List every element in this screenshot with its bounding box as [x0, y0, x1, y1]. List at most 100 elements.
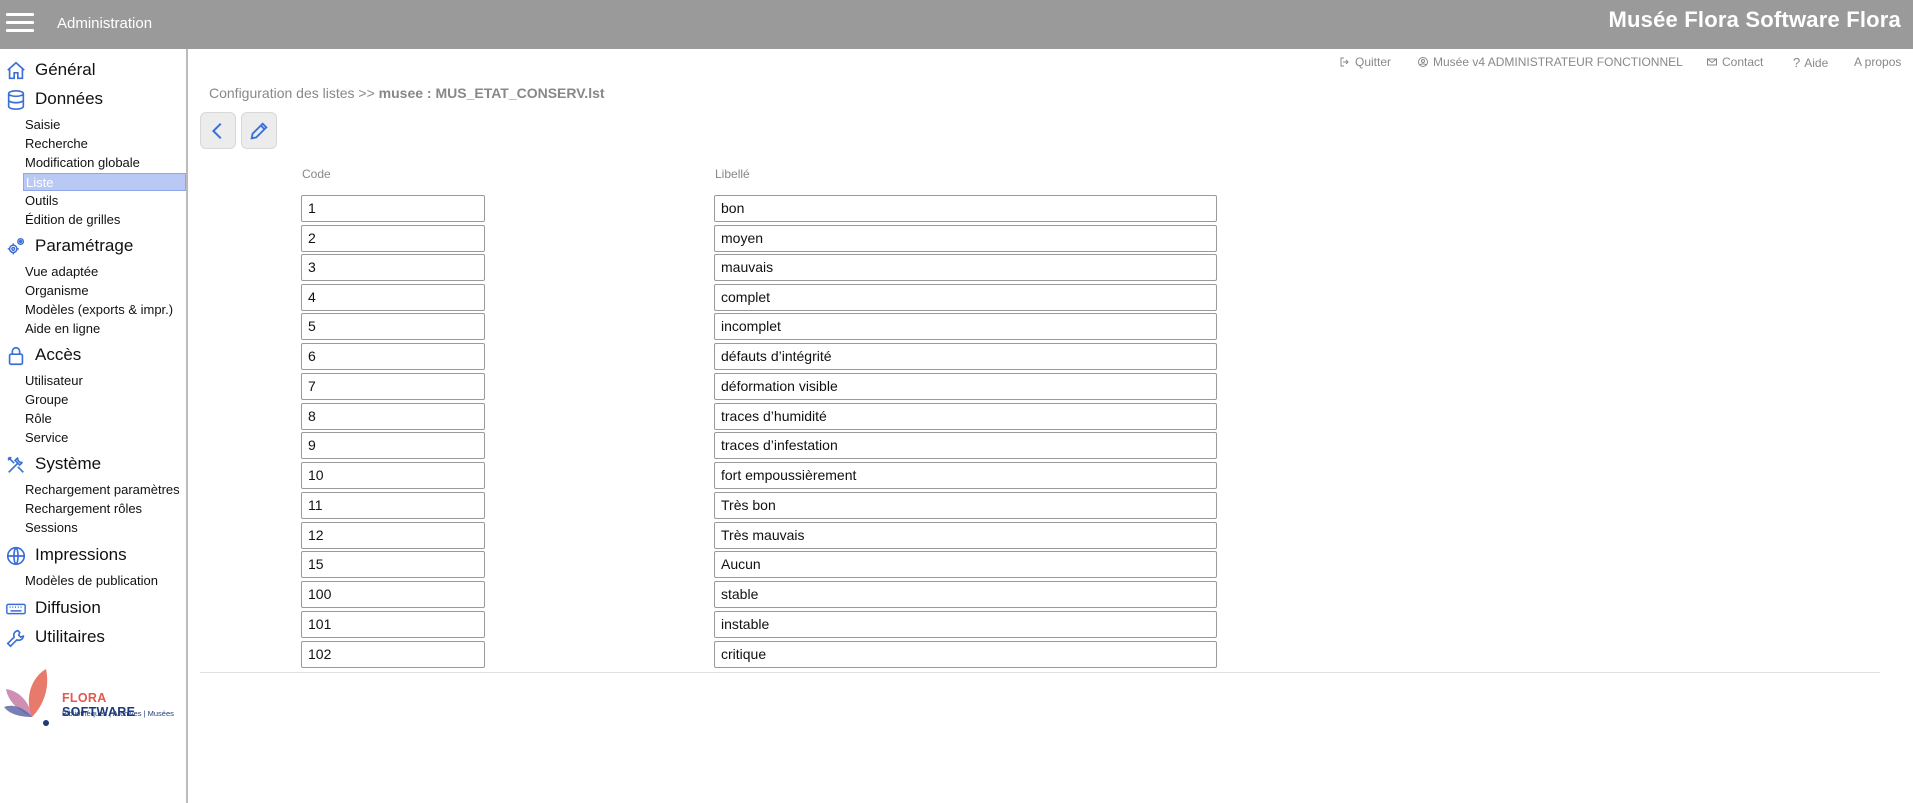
sidebar-item-groupe[interactable]: Groupe	[23, 391, 186, 409]
label-field[interactable]: mauvais	[714, 254, 1217, 281]
code-field[interactable]: 2	[301, 225, 485, 252]
sidebar-item-sessions[interactable]: Sessions	[23, 519, 186, 537]
breadcrumb: Configuration des listes >> musee : MUS_…	[209, 85, 605, 101]
sidebar-section-label: Paramétrage	[35, 236, 134, 255]
sidebar-section-label: Général	[35, 60, 96, 79]
code-field[interactable]: 8	[301, 403, 485, 430]
code-field[interactable]: 15	[301, 551, 485, 578]
code-field[interactable]: 12	[301, 522, 485, 549]
brand-title: Musée Flora Software Flora	[1608, 7, 1901, 32]
database-icon	[7, 90, 25, 110]
sidebar-section-impressions[interactable]: Impressions	[0, 542, 186, 568]
label-field[interactable]: critique	[714, 641, 1217, 668]
code-field[interactable]: 1	[301, 195, 485, 222]
sidebar-section-systeme[interactable]: Système	[0, 451, 186, 477]
sidebar-section-label: Diffusion	[35, 598, 101, 617]
label-field[interactable]: défauts d’intégrité	[714, 343, 1217, 370]
sidebar-item-edition-grilles[interactable]: Édition de grilles	[23, 211, 186, 229]
wrench-icon	[6, 629, 25, 648]
tools-icon	[7, 456, 24, 473]
sidebar-section-general[interactable]: Général	[0, 57, 186, 83]
code-field[interactable]: 7	[301, 373, 485, 400]
label-field[interactable]: traces d’infestation	[714, 432, 1217, 459]
mail-icon	[1707, 58, 1717, 66]
sidebar-section-parametrage[interactable]: Paramétrage	[0, 233, 186, 259]
code-field[interactable]: 5	[301, 313, 485, 340]
divider	[200, 672, 1880, 673]
label-field[interactable]: bon	[714, 195, 1217, 222]
code-field[interactable]: 101	[301, 611, 485, 638]
contact-link[interactable]: Contact	[1706, 55, 1763, 69]
code-field[interactable]: 100	[301, 581, 485, 608]
keyboard-icon	[6, 603, 26, 615]
user-link[interactable]: Musée v4 ADMINISTRATEUR FONCTIONNEL	[1417, 55, 1683, 69]
app-title: Administration	[57, 15, 153, 32]
sidebar-item-modeles[interactable]: Modèles (exports & impr.)	[23, 301, 186, 319]
sidebar-item-outils[interactable]: Outils	[23, 192, 186, 210]
sidebar-section-diffusion[interactable]: Diffusion	[0, 595, 186, 621]
label-field[interactable]: Très bon	[714, 492, 1217, 519]
lock-icon	[8, 346, 24, 366]
sidebar-section-donnees[interactable]: Données	[0, 86, 186, 112]
label-field[interactable]: fort empoussièrement	[714, 462, 1217, 489]
sidebar-item-aide-en-ligne[interactable]: Aide en ligne	[23, 320, 186, 338]
sidebar-section-label: Utilitaires	[35, 627, 105, 646]
code-field[interactable]: 11	[301, 492, 485, 519]
sidebar-item-utilisateur[interactable]: Utilisateur	[23, 372, 186, 390]
label-field[interactable]: Aucun	[714, 551, 1217, 578]
flora-butterfly-icon	[4, 669, 49, 726]
help-link[interactable]: ? Aide	[1793, 55, 1828, 70]
label-field[interactable]: stable	[714, 581, 1217, 608]
sidebar-item-recherche[interactable]: Recherche	[23, 135, 186, 153]
sidebar-item-role[interactable]: Rôle	[23, 410, 186, 428]
quit-link[interactable]: Quitter	[1339, 55, 1391, 69]
sidebar-item-liste[interactable]: Liste	[23, 173, 186, 191]
user-icon	[1418, 57, 1428, 67]
back-button[interactable]	[200, 112, 236, 149]
code-field[interactable]: 4	[301, 284, 485, 311]
sidebar-item-saisie[interactable]: Saisie	[23, 116, 186, 134]
label-field[interactable]: complet	[714, 284, 1217, 311]
breadcrumb-prefix[interactable]: Configuration des listes >>	[209, 85, 379, 101]
sidebar-section-utilitaires[interactable]: Utilitaires	[0, 624, 186, 650]
sidebar-section-label: Données	[35, 89, 104, 108]
gears-icon	[7, 238, 25, 255]
globe-icon	[6, 546, 26, 566]
breadcrumb-current: musee : MUS_ETAT_CONSERV.lst	[378, 85, 605, 101]
sidebar-item-rechargement-roles[interactable]: Rechargement rôles	[23, 500, 186, 518]
logo-tagline: Bibliothèques | Archives | Musées	[62, 709, 174, 718]
sidebar-section-label: Impressions	[35, 545, 127, 564]
code-field[interactable]: 102	[301, 641, 485, 668]
code-field[interactable]: 3	[301, 254, 485, 281]
sidebar-item-organisme[interactable]: Organisme	[23, 282, 186, 300]
top-bar: Administration Musée Flora Software Flor…	[0, 0, 1913, 49]
label-column-header: Libellé	[715, 167, 750, 181]
edit-button[interactable]	[241, 112, 277, 149]
sidebar: Général Données Saisie Recherche Modific…	[0, 49, 188, 803]
sidebar-item-modeles-publication[interactable]: Modèles de publication	[23, 572, 186, 590]
code-field[interactable]: 6	[301, 343, 485, 370]
pencil-icon	[250, 121, 268, 140]
label-field[interactable]: incomplet	[714, 313, 1217, 340]
question-icon: ?	[1793, 55, 1801, 70]
label-field[interactable]: déformation visible	[714, 373, 1217, 400]
code-column-header: Code	[302, 167, 331, 181]
sidebar-section-label: Système	[35, 454, 102, 473]
label-field[interactable]: Très mauvais	[714, 522, 1217, 549]
menu-icon[interactable]	[6, 13, 34, 33]
sidebar-section-acces[interactable]: Accès	[0, 342, 186, 368]
sidebar-item-service[interactable]: Service	[23, 429, 186, 447]
code-field[interactable]: 10	[301, 462, 485, 489]
label-field[interactable]: instable	[714, 611, 1217, 638]
sidebar-section-label: Accès	[35, 345, 82, 364]
flora-logo: FLORA SOFTWARE Bibliothèques | Archives …	[2, 667, 182, 727]
label-field[interactable]: moyen	[714, 225, 1217, 252]
code-field[interactable]: 9	[301, 432, 485, 459]
sidebar-item-vue-adaptee[interactable]: Vue adaptée	[23, 263, 186, 281]
home-icon	[7, 61, 25, 80]
sidebar-item-modification-globale[interactable]: Modification globale	[23, 154, 186, 172]
label-field[interactable]: traces d’humidité	[714, 403, 1217, 430]
sidebar-item-rechargement-parametres[interactable]: Rechargement paramètres	[23, 481, 186, 499]
about-link[interactable]: A propos	[1854, 55, 1901, 69]
chevron-left-icon	[211, 122, 222, 139]
